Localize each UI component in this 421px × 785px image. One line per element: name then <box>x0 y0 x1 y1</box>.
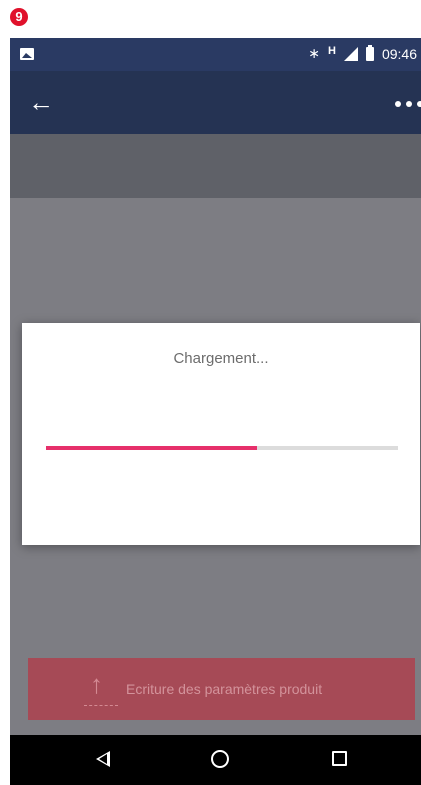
progress-bar <box>46 446 398 450</box>
step-number-badge: 9 <box>10 8 28 26</box>
app-toolbar: ← <box>10 71 421 134</box>
more-options-icon[interactable] <box>395 101 421 107</box>
network-type-label: H <box>328 44 336 57</box>
loading-title: Chargement... <box>173 350 269 367</box>
signal-strength-icon <box>343 46 358 61</box>
battery-icon <box>365 44 374 61</box>
image-notification-icon <box>20 48 34 60</box>
write-parameters-button[interactable]: ↑ Ecriture des paramètres produit <box>28 658 415 720</box>
system-navigation-bar <box>10 735 421 785</box>
write-parameters-label: Ecriture des paramètres produit <box>126 681 323 697</box>
upload-underline <box>84 705 118 706</box>
loading-dialog: Chargement... <box>22 323 420 545</box>
status-time: 09:46 <box>381 45 417 62</box>
phone-screen: ∗ H 09:46 ← ↑ Ecriture des paramètres pr… <box>10 38 421 785</box>
bluetooth-icon: ∗ <box>308 45 320 61</box>
status-indicators: ∗ H 09:46 <box>308 44 417 62</box>
nav-recents-icon[interactable] <box>332 751 347 766</box>
status-bar: ∗ H 09:46 <box>10 38 421 71</box>
nav-home-icon[interactable] <box>211 750 229 768</box>
upload-arrow-icon: ↑ <box>90 669 103 699</box>
sub-header-bar <box>10 134 421 198</box>
nav-back-icon[interactable] <box>96 751 110 767</box>
back-arrow-icon[interactable]: ← <box>28 87 54 117</box>
progress-bar-fill <box>46 446 258 450</box>
